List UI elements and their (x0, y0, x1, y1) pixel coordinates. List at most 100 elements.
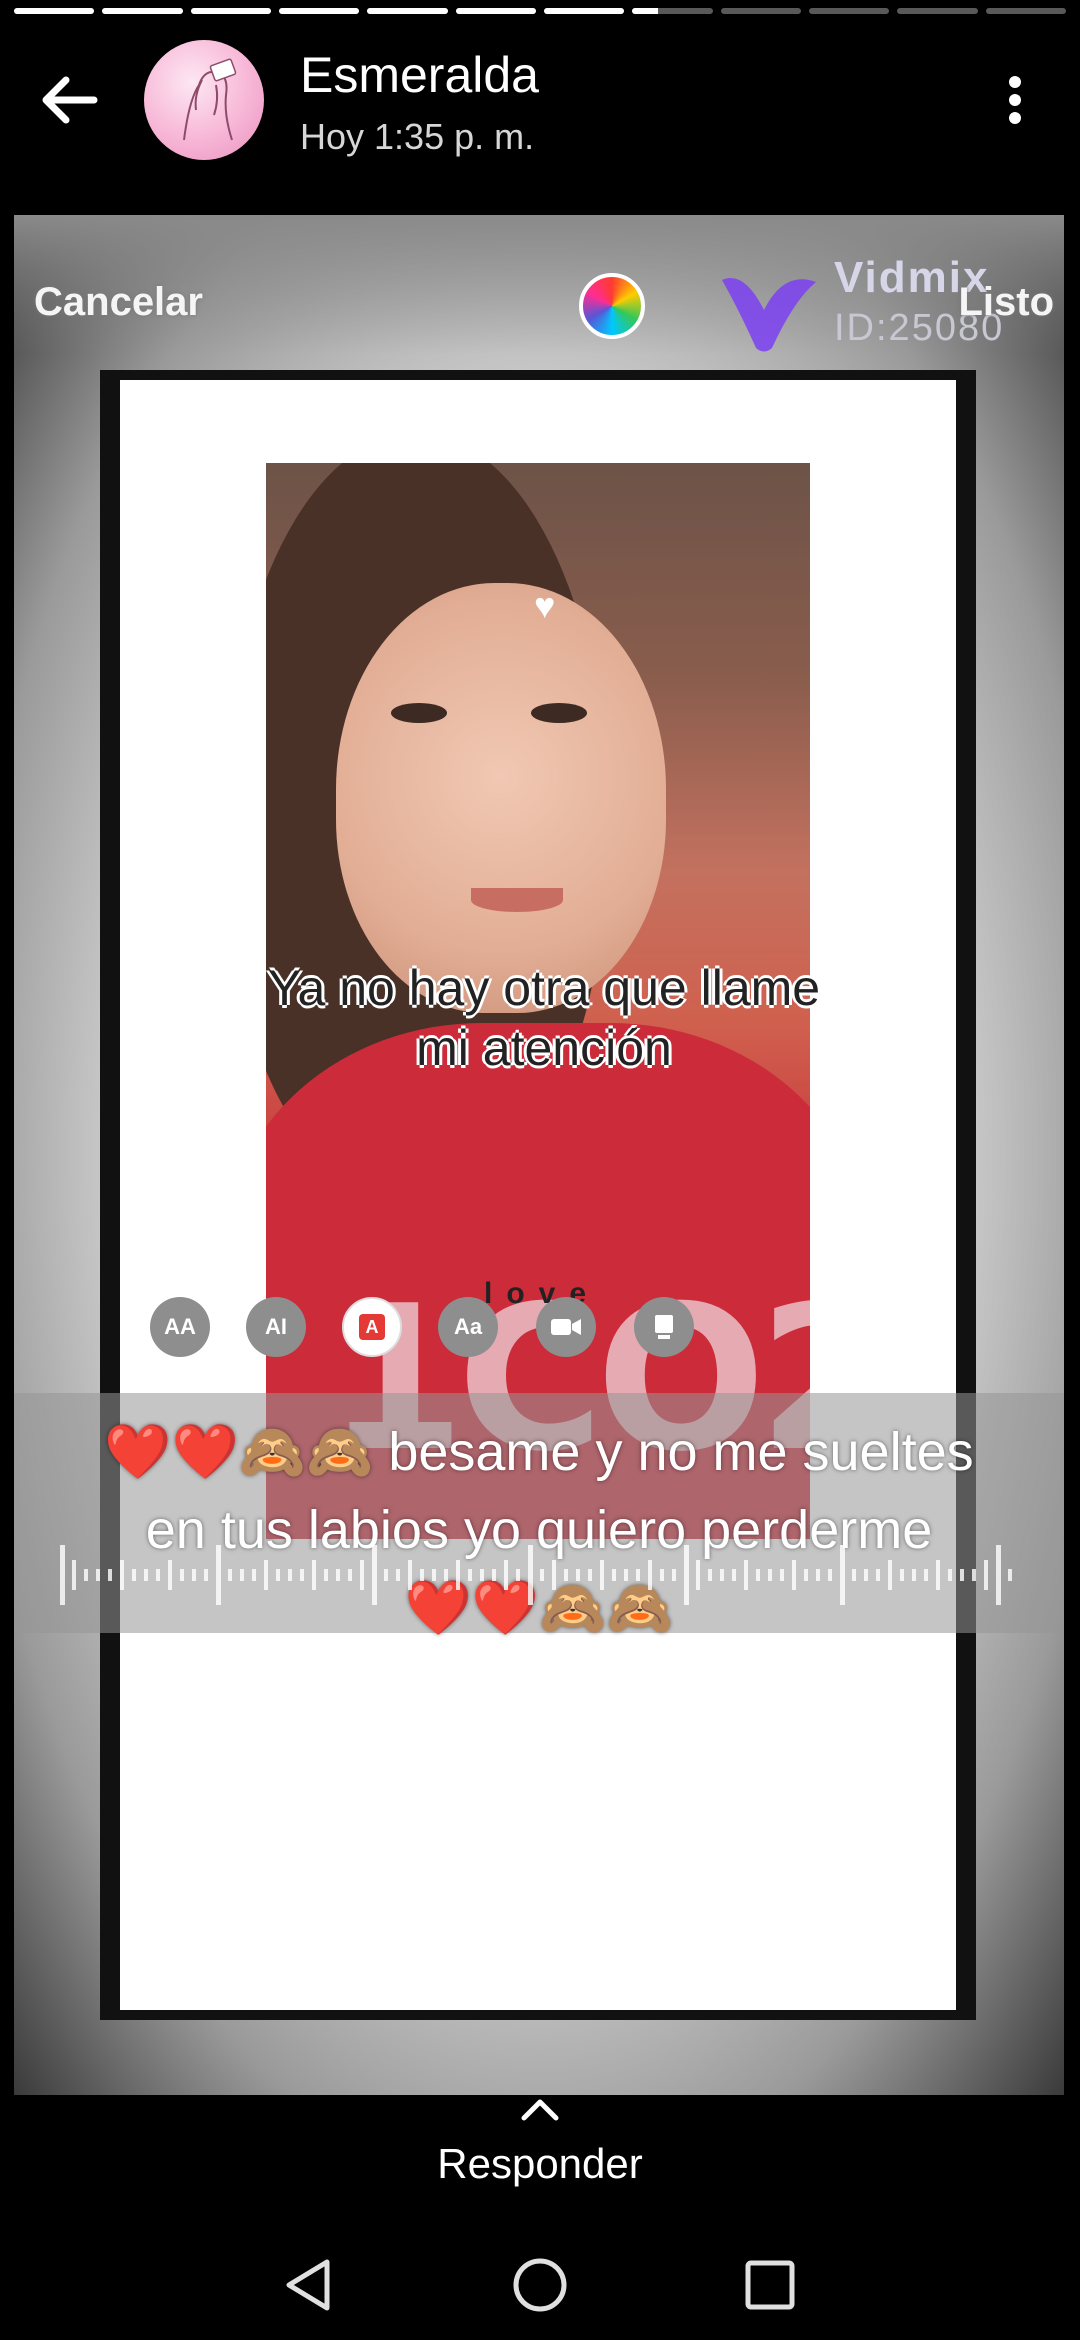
reply-button[interactable]: Responder (0, 2140, 1080, 2188)
waveform-tick (816, 1569, 820, 1581)
waveform-tick (420, 1569, 424, 1581)
video-tool-icon (536, 1297, 596, 1357)
waveform-tick (228, 1569, 232, 1581)
waveform-tick (852, 1569, 856, 1581)
story-progress-bar (14, 8, 1066, 14)
back-arrow-icon[interactable] (34, 64, 106, 136)
waveform-tick (876, 1569, 880, 1581)
progress-segment (190, 8, 271, 14)
waveform-tick (696, 1560, 700, 1590)
waveform-tick (828, 1569, 832, 1581)
waveform-tick (384, 1569, 388, 1581)
waveform-tick (396, 1569, 400, 1581)
waveform-tick (708, 1569, 712, 1581)
waveform-tick (60, 1545, 65, 1605)
waveform-tick (588, 1569, 592, 1581)
nav-back-icon[interactable] (275, 2250, 345, 2320)
waveform-tick (576, 1569, 580, 1581)
system-nav-bar (0, 2230, 1080, 2340)
waveform-tick (348, 1569, 352, 1581)
ai-tool-icon: AI (246, 1297, 306, 1357)
waveform-tick (600, 1560, 604, 1590)
waveform-tick (864, 1569, 868, 1581)
waveform-tick (144, 1569, 148, 1581)
waveform-tick (468, 1569, 472, 1581)
waveform-tick (732, 1569, 736, 1581)
device-tool-icon (634, 1297, 694, 1357)
waveform-tick (240, 1569, 244, 1581)
waveform-tick (444, 1569, 448, 1581)
caption-line-1: ❤️❤️🙈🙈 besame y no me sueltes (104, 1422, 974, 1482)
waveform-tick (132, 1569, 136, 1581)
waveform-tick (120, 1560, 124, 1590)
contact-name[interactable]: Esmeralda (300, 46, 539, 104)
waveform-tick (408, 1560, 412, 1590)
waveform-tick (204, 1569, 208, 1581)
waveform-tick (96, 1569, 100, 1581)
more-options-icon[interactable] (995, 70, 1035, 130)
waveform-tick (684, 1545, 689, 1605)
waveform-tick (516, 1569, 520, 1581)
waveform-tick (324, 1569, 328, 1581)
waveform-tick (768, 1569, 772, 1581)
waveform-tick (84, 1569, 88, 1581)
progress-segment (102, 8, 183, 14)
waveform-tick (180, 1569, 184, 1581)
waveform-tick (888, 1560, 892, 1590)
waveform-tick (540, 1569, 544, 1581)
overlay-line-1: Ya no hay otra que llame (267, 960, 821, 1016)
waveform-tick (336, 1569, 340, 1581)
waveform-tick (168, 1560, 172, 1590)
cancel-label: Cancelar (34, 280, 203, 324)
color-wheel-icon (579, 273, 645, 339)
vidmix-logo-icon (722, 278, 816, 352)
waveform-tick (612, 1569, 616, 1581)
waveform-tick (492, 1569, 496, 1581)
waveform-tick (960, 1569, 964, 1581)
waveform-tick (432, 1569, 436, 1581)
audio-waveform (60, 1545, 1012, 1605)
waveform-tick (756, 1569, 760, 1581)
post-time: Hoy 1:35 p. m. (300, 116, 535, 157)
waveform-tick (672, 1569, 676, 1581)
waveform-tick (924, 1569, 928, 1581)
progress-segment (897, 8, 978, 14)
waveform-tick (792, 1560, 796, 1590)
font-size-tool-icon: AA (150, 1297, 210, 1357)
progress-segment (543, 8, 625, 14)
progress-segment (455, 8, 536, 14)
waveform-tick (552, 1560, 556, 1590)
progress-segment (808, 8, 890, 14)
waveform-tick (456, 1560, 460, 1590)
waveform-tick (948, 1569, 952, 1581)
waveform-tick (300, 1569, 304, 1581)
waveform-tick (900, 1569, 904, 1581)
waveform-tick (840, 1545, 845, 1605)
waveform-tick (276, 1569, 280, 1581)
waveform-tick (744, 1560, 748, 1590)
waveform-tick (564, 1569, 568, 1581)
waveform-tick (936, 1560, 940, 1590)
progress-segment (985, 8, 1066, 14)
waveform-tick (156, 1569, 160, 1581)
avatar-illustration (183, 58, 237, 141)
waveform-tick (72, 1560, 76, 1590)
waveform-tick (636, 1569, 640, 1581)
waveform-tick (660, 1569, 664, 1581)
waveform-tick (528, 1545, 533, 1605)
avatar[interactable] (144, 40, 264, 160)
waveform-tick (504, 1560, 508, 1590)
story-content[interactable]: Cancelar Vidmix ID:25080 Listo 1CO2 ♥ Ya… (14, 215, 1064, 2095)
waveform-tick (972, 1569, 976, 1581)
nav-home-icon[interactable] (505, 2250, 575, 2320)
waveform-tick (372, 1545, 377, 1605)
chevron-up-icon[interactable] (518, 2094, 562, 2124)
progress-segment (278, 8, 360, 14)
waveform-tick (216, 1545, 221, 1605)
overlay-text: Ya no hay otra que llame mi atención (164, 958, 924, 1078)
nav-recents-icon[interactable] (735, 2250, 805, 2320)
waveform-tick (480, 1569, 484, 1581)
done-label: Listo (958, 280, 1054, 324)
heart-icon: ♥ (534, 585, 556, 626)
waveform-tick (720, 1569, 724, 1581)
